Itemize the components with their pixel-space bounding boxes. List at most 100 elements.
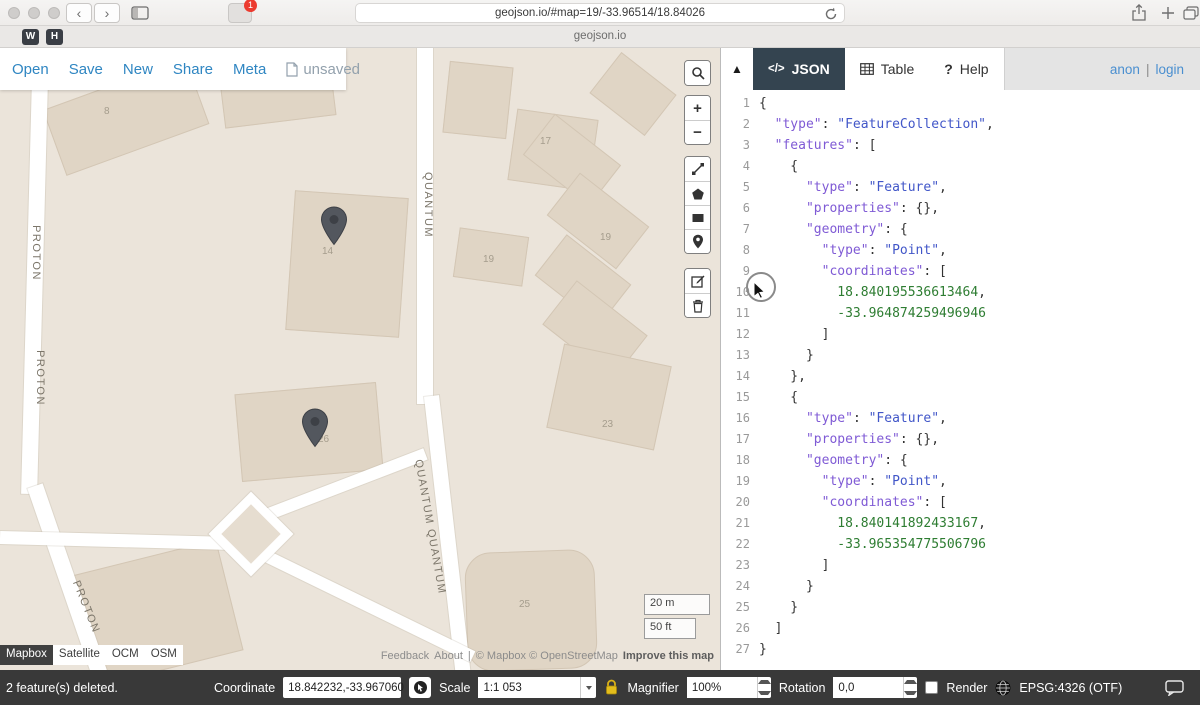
map-marker[interactable] (320, 206, 348, 246)
layer-satellite[interactable]: Satellite (53, 645, 106, 665)
basemap-switcher: Mapbox Satellite OCM OSM (0, 645, 183, 665)
code-line: 7 "geometry": { (721, 219, 1200, 240)
menu-meta[interactable]: Meta (233, 61, 266, 78)
anon-link[interactable]: anon (1110, 62, 1140, 77)
layer-ocm[interactable]: OCM (106, 645, 145, 665)
code-text: { (759, 93, 767, 114)
json-editor[interactable]: 1{2 "type": "FeatureCollection",3 "featu… (721, 90, 1200, 670)
forward-button[interactable]: › (94, 3, 120, 23)
close-window-button[interactable] (8, 7, 20, 19)
map-canvas[interactable]: PROTON PROTON PROTON QUANTUM QUANTUM QUA… (0, 48, 720, 670)
search-control (684, 60, 711, 86)
window-controls[interactable] (8, 7, 60, 19)
code-text: { (759, 156, 798, 177)
tab-json[interactable]: </> JSON (753, 48, 845, 90)
magnifier-spin-buttons[interactable] (757, 677, 771, 698)
extension-button[interactable]: 1 (228, 3, 252, 23)
coordinate-input[interactable]: 18.842232,-33.967060 (283, 677, 401, 698)
zoom-window-button[interactable] (48, 7, 60, 19)
line-number: 5 (721, 177, 759, 198)
back-button[interactable]: ‹ (66, 3, 92, 23)
improve-map-link[interactable]: Improve this map (623, 650, 714, 662)
collapse-panel-button[interactable]: ▲ (721, 48, 753, 90)
edit-button[interactable] (685, 269, 710, 293)
building-number: 17 (540, 136, 551, 147)
crs-status-button[interactable]: EPSG:4326 (OTF) (1019, 681, 1122, 695)
qgis-status-bar: 2 feature(s) deleted. Coordinate 18.8422… (0, 670, 1200, 705)
browser-tab[interactable]: geojson.io (0, 30, 1200, 42)
geojson-menu-bar: Open Save New Share Meta unsaved (0, 48, 346, 90)
layer-osm[interactable]: OSM (145, 645, 183, 665)
line-number: 16 (721, 408, 759, 429)
file-icon (286, 62, 298, 77)
scale-combobox[interactable]: 1:1 053 (478, 677, 596, 698)
plus-icon (1161, 6, 1175, 20)
address-bar[interactable]: geojson.io/#map=19/-33.96514/18.84026 (355, 3, 845, 23)
tab-overview-button[interactable] (1180, 3, 1200, 23)
code-line: 12 ] (721, 324, 1200, 345)
code-line: 22 -33.965354775506796 (721, 534, 1200, 555)
layer-mapbox[interactable]: Mapbox (0, 645, 53, 665)
line-tool-icon (691, 162, 705, 176)
code-text: } (759, 345, 814, 366)
table-icon (860, 63, 874, 75)
draw-line-button[interactable] (685, 157, 710, 181)
sidebar-toggle-button[interactable] (126, 3, 154, 23)
code-line: 20 "coordinates": [ (721, 492, 1200, 513)
menu-share[interactable]: Share (173, 61, 213, 78)
lock-scale-icon[interactable] (604, 679, 619, 696)
share-button[interactable] (1128, 3, 1150, 23)
line-number: 24 (721, 576, 759, 597)
login-link[interactable]: login (1155, 62, 1184, 77)
draw-polygon-button[interactable] (685, 181, 710, 205)
auth-area: anon | login (1004, 48, 1200, 90)
zoom-out-button[interactable]: − (685, 120, 710, 144)
copyright-links[interactable]: © Mapbox © OpenStreetMap (476, 650, 618, 662)
map-marker[interactable] (301, 408, 329, 448)
zoom-control: + − (684, 95, 711, 145)
draw-rectangle-button[interactable] (685, 205, 710, 229)
code-line: 10 18.840195536613464, (721, 282, 1200, 303)
menu-new[interactable]: New (123, 61, 153, 78)
draw-marker-button[interactable] (685, 229, 710, 253)
zoom-in-button[interactable]: + (685, 96, 710, 120)
magnifier-spinbox[interactable]: 100% (687, 677, 771, 698)
code-text: "properties": {}, (759, 429, 939, 450)
tab-table[interactable]: Table (845, 48, 929, 90)
code-line: 21 18.840141892433167, (721, 513, 1200, 534)
code-line: 14 }, (721, 366, 1200, 387)
reload-icon[interactable] (824, 7, 838, 21)
extents-toggle-button[interactable] (409, 677, 431, 698)
code-text: 18.840195536613464, (759, 282, 986, 303)
line-number: 13 (721, 345, 759, 366)
code-text: "geometry": { (759, 219, 908, 240)
new-tab-button[interactable] (1157, 3, 1179, 23)
line-number: 20 (721, 492, 759, 513)
delete-button[interactable] (685, 293, 710, 317)
crs-globe-icon[interactable] (995, 680, 1011, 696)
line-number: 18 (721, 450, 759, 471)
messages-bubble-icon[interactable] (1165, 680, 1184, 696)
line-number: 27 (721, 639, 759, 660)
tab-help[interactable]: ? Help (929, 48, 1003, 90)
about-link[interactable]: About (434, 650, 463, 662)
code-line: 6 "properties": {}, (721, 198, 1200, 219)
rotation-spin-buttons[interactable] (903, 677, 917, 698)
code-line: 18 "geometry": { (721, 450, 1200, 471)
code-text: } (759, 597, 798, 618)
code-icon: </> (768, 63, 785, 75)
search-button[interactable] (685, 61, 710, 85)
map-road (0, 531, 232, 550)
render-checkbox[interactable] (925, 681, 938, 694)
code-text: "type": "FeatureCollection", (759, 114, 994, 135)
scale-dropdown-arrow[interactable] (580, 677, 596, 698)
code-line: 9 "coordinates": [ (721, 261, 1200, 282)
rotation-spinbox[interactable]: 0,0 (833, 677, 917, 698)
notification-badge: 1 (244, 0, 257, 12)
menu-open[interactable]: Open (12, 61, 49, 78)
feedback-link[interactable]: Feedback (381, 650, 429, 662)
code-text: -33.964874259496946 (759, 303, 986, 324)
menu-save[interactable]: Save (69, 61, 103, 78)
edit-tools (684, 268, 711, 318)
minimize-window-button[interactable] (28, 7, 40, 19)
